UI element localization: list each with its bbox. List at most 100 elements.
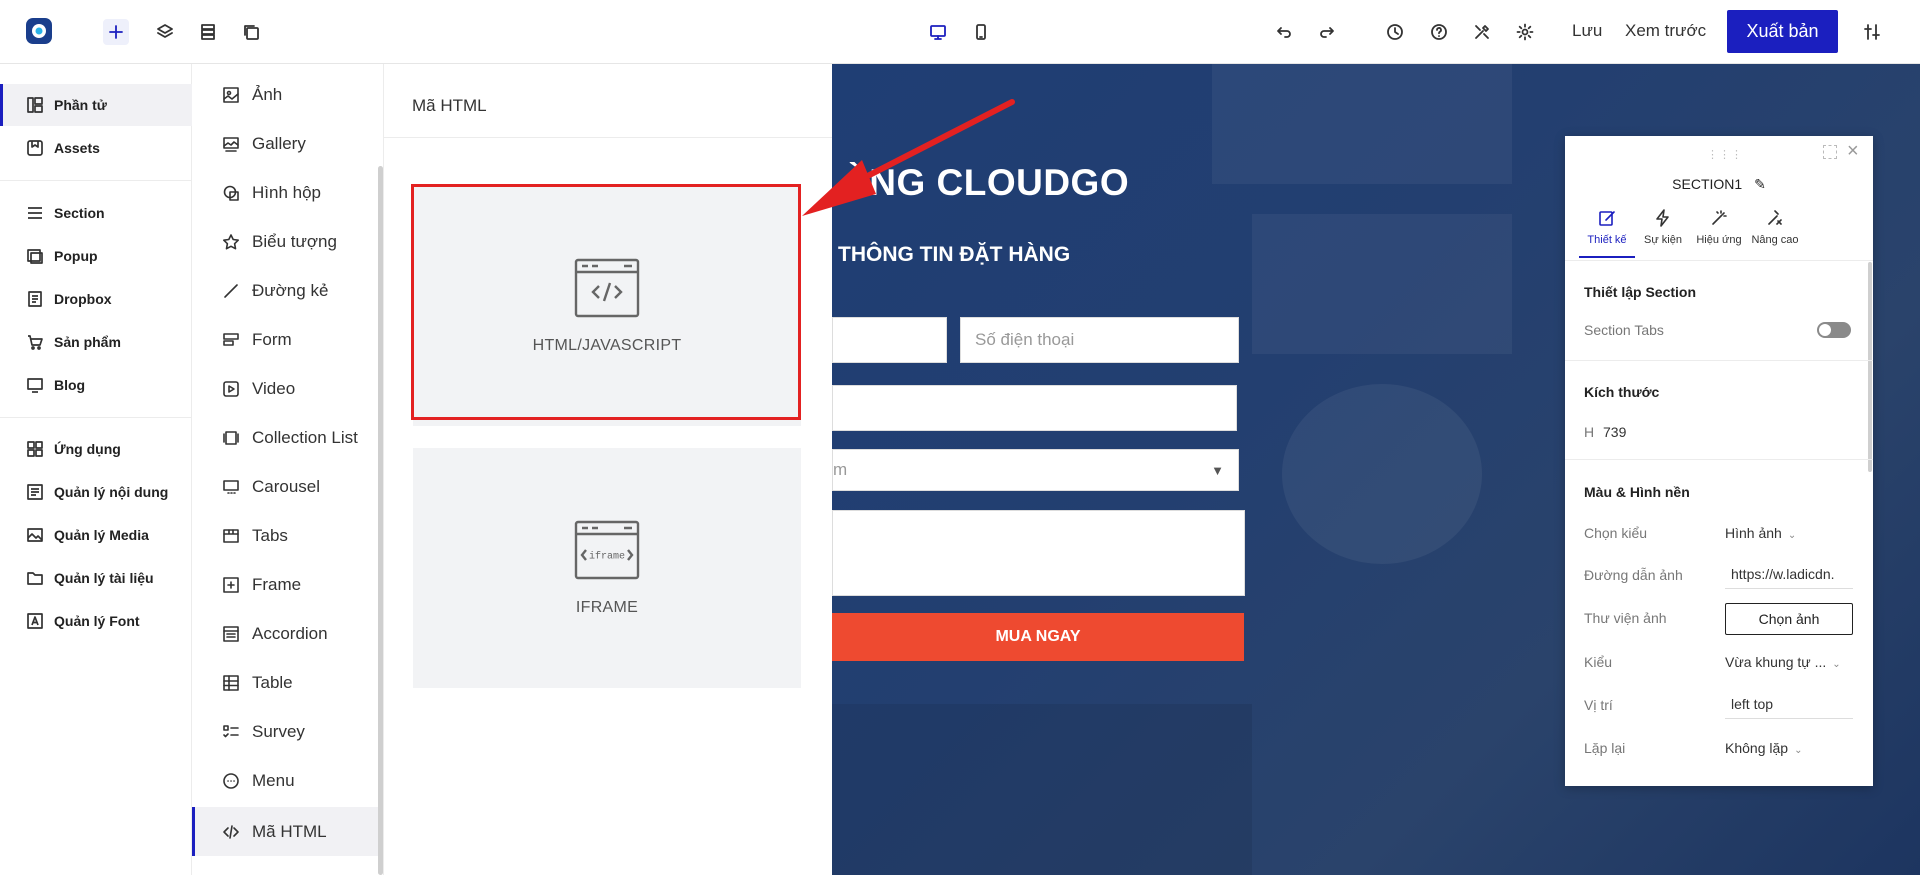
- element-survey[interactable]: Survey: [192, 707, 378, 756]
- element-shape[interactable]: Hình hộp: [192, 168, 378, 217]
- section-tabs-toggle[interactable]: [1817, 322, 1851, 338]
- panel-header: SECTION1 ✎: [1565, 176, 1873, 193]
- name-field[interactable]: [832, 317, 947, 363]
- help-icon[interactable]: [1426, 19, 1452, 45]
- sections-icon[interactable]: [195, 19, 221, 45]
- redo-icon[interactable]: [1314, 19, 1340, 45]
- element-line[interactable]: Đường kẻ: [192, 266, 378, 315]
- pages-icon[interactable]: [238, 19, 264, 45]
- save-button[interactable]: Lưu: [1572, 21, 1602, 41]
- repeat-label: Lặp lại: [1584, 740, 1626, 756]
- element-form[interactable]: Form: [192, 315, 378, 364]
- divider: [1565, 360, 1873, 361]
- sidebar-item-apps[interactable]: Ứng dụng: [0, 428, 192, 470]
- element-image[interactable]: Ảnh: [192, 70, 378, 119]
- shape-icon: [223, 185, 239, 201]
- options-icon[interactable]: [1859, 19, 1885, 45]
- element-tabs[interactable]: Tabs: [192, 511, 378, 560]
- add-icon[interactable]: [103, 19, 129, 45]
- sidebar-item-documents[interactable]: Quản lý tài liệu: [0, 557, 192, 599]
- sidebar-item-fonts[interactable]: Quản lý Font: [0, 600, 192, 642]
- sidebar-scrollbar[interactable]: [378, 166, 383, 875]
- position-input[interactable]: left top: [1725, 689, 1853, 719]
- highlight-box: [411, 184, 801, 420]
- element-video[interactable]: Video: [192, 364, 378, 413]
- tab-effects[interactable]: Hiệu ứng: [1691, 208, 1747, 258]
- buy-now-button[interactable]: MUA NGAY: [832, 613, 1244, 661]
- annotation-arrow-icon: [802, 99, 1015, 216]
- background-person: [1282, 384, 1482, 564]
- tools-icon[interactable]: [1469, 19, 1495, 45]
- element-table[interactable]: Table: [192, 658, 378, 707]
- sidebar-item-content[interactable]: Quản lý nội dung: [0, 471, 192, 513]
- dropbox-icon: [28, 291, 42, 307]
- settings-icon[interactable]: [1512, 19, 1538, 45]
- fit-select[interactable]: Vừa khung tự ... ⌄: [1725, 654, 1841, 670]
- close-icon[interactable]: ×: [1847, 140, 1859, 163]
- size-title: Kích thước: [1584, 384, 1660, 400]
- element-label: Form: [252, 329, 292, 349]
- accordion-icon: [223, 625, 239, 642]
- logo-icon[interactable]: [24, 16, 54, 46]
- history-icon[interactable]: [1382, 19, 1408, 45]
- phone-field[interactable]: Số điện thoại: [960, 317, 1239, 363]
- divider: [1565, 260, 1873, 261]
- element-icon[interactable]: Biểu tượng: [192, 217, 378, 266]
- magic-wand-icon: [1712, 210, 1727, 225]
- expand-icon[interactable]: [1823, 145, 1837, 159]
- product-select[interactable]: m ▼: [832, 449, 1239, 491]
- tab-advanced[interactable]: Nâng cao: [1747, 208, 1803, 258]
- element-accordion[interactable]: Accordion: [192, 609, 378, 658]
- mobile-icon[interactable]: [968, 19, 994, 45]
- element-label: Carousel: [252, 476, 321, 496]
- sidebar-item-products[interactable]: Sản phẩm: [0, 321, 192, 363]
- publish-button[interactable]: Xuất bản: [1727, 10, 1838, 53]
- tab-label: Hiệu ứng: [1696, 234, 1742, 246]
- main-sidebar: Phần tử Assets Section Popup Dropbox Sản…: [0, 64, 192, 875]
- element-menu[interactable]: Menu: [192, 756, 378, 805]
- address-field[interactable]: [832, 385, 1237, 431]
- desktop-icon[interactable]: [925, 19, 951, 45]
- tab-events[interactable]: Sự kiện: [1635, 208, 1691, 258]
- style-value: Hình ảnh: [1725, 525, 1782, 541]
- element-html-code[interactable]: Mã HTML: [192, 807, 378, 856]
- element-collection-list[interactable]: Collection List: [192, 413, 378, 462]
- layers-icon[interactable]: [152, 19, 178, 45]
- canvas-subheadline[interactable]: THÔNG TIN ĐẶT HÀNG: [838, 243, 1070, 267]
- drag-handle-icon[interactable]: ⋮⋮⋮: [1707, 148, 1743, 161]
- panel-scrollbar[interactable]: [1868, 262, 1872, 472]
- undo-icon[interactable]: [1271, 19, 1297, 45]
- element-label: Collection List: [252, 427, 358, 447]
- preview-button[interactable]: Xem trước: [1625, 21, 1706, 41]
- assets-icon: [27, 140, 43, 156]
- sidebar-item-popup[interactable]: Popup: [0, 235, 192, 277]
- element-label: Mã HTML: [252, 821, 327, 841]
- note-field[interactable]: [832, 510, 1245, 596]
- sidebar-item-elements[interactable]: Phần tử: [0, 84, 192, 126]
- iframe-card[interactable]: iframe IFRAME: [413, 448, 801, 688]
- repeat-select[interactable]: Không lặp ⌄: [1725, 740, 1802, 756]
- element-label: Đường kẻ: [252, 280, 329, 300]
- image-url-input[interactable]: https://w.ladicdn.: [1725, 559, 1853, 589]
- sidebar-item-assets[interactable]: Assets: [0, 127, 192, 169]
- video-icon: [223, 380, 239, 397]
- style-select[interactable]: Hình ảnh ⌄: [1725, 525, 1796, 541]
- form-icon: [223, 332, 239, 346]
- edit-icon[interactable]: ✎: [1754, 176, 1766, 192]
- sidebar-item-blog[interactable]: Blog: [0, 364, 192, 406]
- element-carousel[interactable]: Carousel: [192, 462, 378, 511]
- sidebar-item-media[interactable]: Quản lý Media: [0, 514, 192, 556]
- background-desk: [832, 704, 1252, 875]
- fit-value: Vừa khung tự ...: [1725, 654, 1827, 670]
- section-tabs-label: Section Tabs: [1584, 322, 1664, 338]
- chevron-down-icon: ⌄: [1794, 745, 1803, 756]
- sidebar-item-section[interactable]: Section: [0, 192, 192, 234]
- collection-icon: [223, 430, 239, 445]
- background-shelf: [1212, 64, 1512, 184]
- tab-design[interactable]: Thiết kế: [1579, 208, 1635, 258]
- element-frame[interactable]: Frame: [192, 560, 378, 609]
- choose-image-button[interactable]: Chọn ảnh: [1725, 603, 1853, 635]
- sidebar-item-dropbox[interactable]: Dropbox: [0, 278, 192, 320]
- height-input[interactable]: 739: [1603, 424, 1626, 440]
- element-gallery[interactable]: Gallery: [192, 119, 378, 168]
